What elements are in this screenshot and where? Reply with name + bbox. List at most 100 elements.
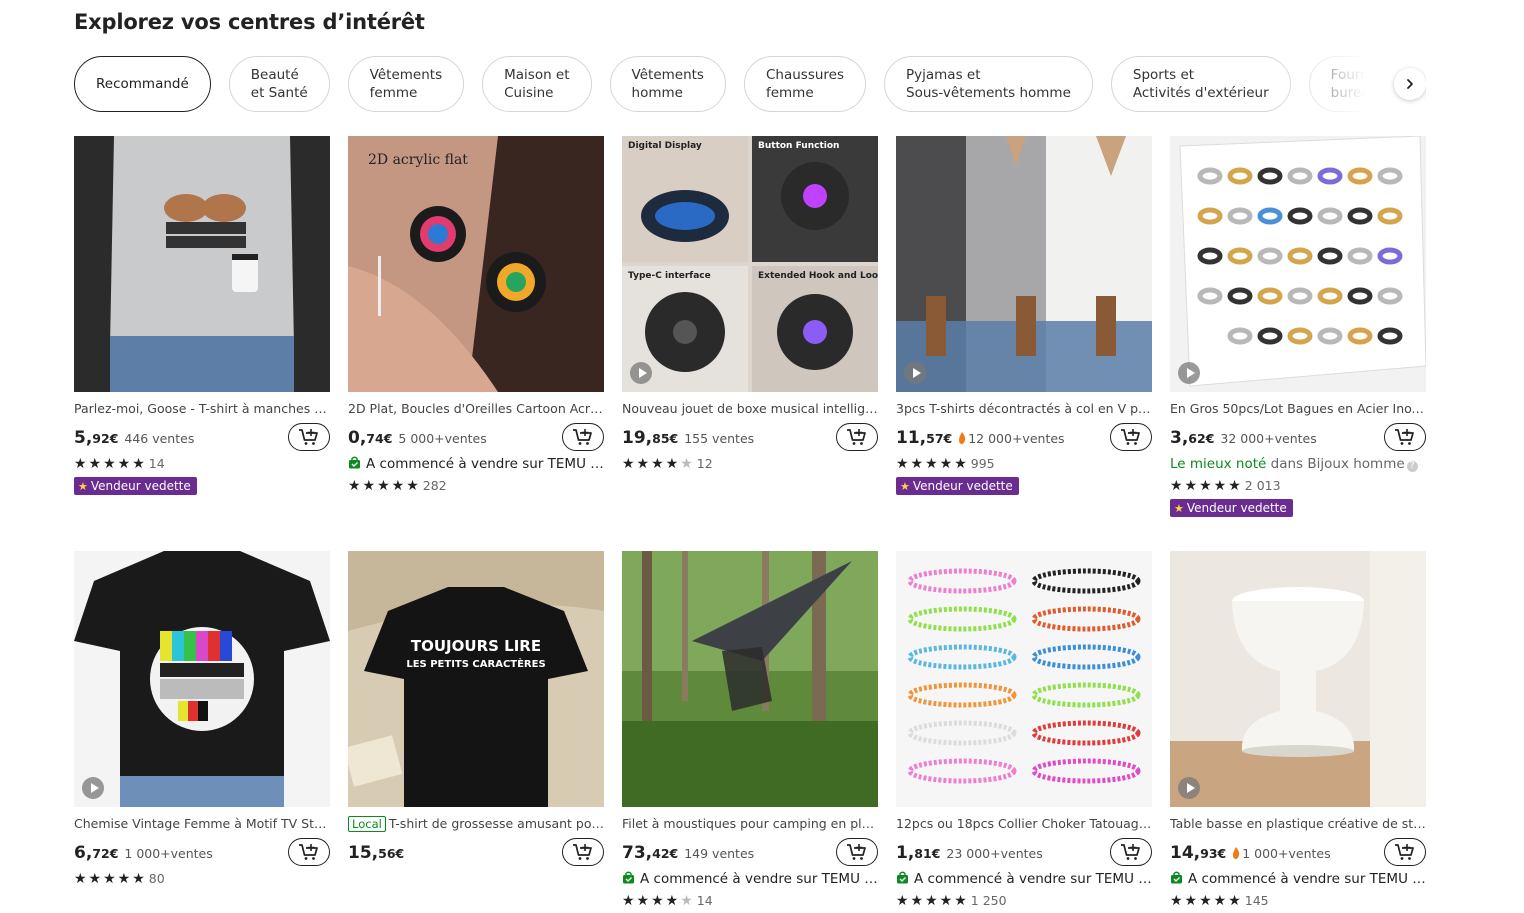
price-integer: 6,	[74, 843, 93, 863]
product-card[interactable]: TOUJOURS LIRE LES PETITS CARACTÈRES Loca…	[348, 551, 604, 868]
add-to-cart-button[interactable]	[562, 838, 604, 866]
price-row: 11, 57€ 12 000+ventes	[896, 423, 1152, 453]
chip-label: Maison et	[504, 67, 570, 83]
sales-count: 149 ventes	[684, 846, 755, 861]
price-row: 5, 92€ 446 ventes	[74, 423, 330, 453]
add-to-cart-button[interactable]	[1384, 423, 1426, 451]
product-image-boxing-machine[interactable]: Digital Display Button Function Type-C i…	[622, 136, 878, 392]
price-integer: 15,	[348, 843, 379, 863]
product-card[interactable]: 12pcs ou 18pcs Collier Choker Tatouage V…	[896, 551, 1152, 912]
product-card[interactable]: Digital Display Button Function Type-C i…	[622, 136, 878, 475]
star-icon: ★	[1174, 502, 1184, 515]
add-to-cart-button[interactable]	[562, 423, 604, 451]
svg-text:Extended Hook and Loop*2: Extended Hook and Loop*2	[758, 271, 878, 281]
chip-chaussures-femme[interactable]: Chaussures femme	[743, 56, 866, 112]
rating-stars: ★★★★★ 80	[74, 871, 165, 887]
price-decimal: 74€	[366, 431, 393, 446]
chip-vetements-femme[interactable]: Vêtements femme	[347, 56, 465, 112]
product-title[interactable]: 2D Plat, Boucles d'Oreilles Cartoon Acry…	[348, 400, 604, 417]
cart-plus-icon	[299, 844, 318, 860]
rating-count: 995	[970, 456, 995, 471]
product-title[interactable]: En Gros 50pcs/Lot Bagues en Acier Inoxyd…	[1170, 400, 1426, 417]
cart-plus-icon	[1395, 429, 1414, 445]
product-card[interactable]: Filet à moustiques pour camping en plein…	[622, 551, 878, 912]
rating-stars: ★★★★★ 1 250	[896, 893, 1007, 909]
chip-recommande[interactable]: Recommandé	[74, 56, 211, 112]
product-image-vneck-tshirts[interactable]	[896, 136, 1152, 392]
product-title[interactable]: 3pcs T-shirts décontractés à col en V po…	[896, 400, 1152, 417]
product-title[interactable]: Filet à moustiques pour camping en plein…	[622, 815, 878, 832]
price-decimal: 81€	[914, 846, 941, 861]
product-image-earrings[interactable]: 2D acrylic flat	[348, 136, 604, 392]
product-card[interactable]: En Gros 50pcs/Lot Bagues en Acier Inoxyd…	[1170, 136, 1426, 517]
star-icon: ★	[78, 480, 88, 493]
shopping-bag-icon	[1171, 871, 1182, 884]
product-title[interactable]: Parlez-moi, Goose - T-shirt à manches lo…	[74, 400, 330, 417]
chip-label-2: homme	[631, 85, 683, 101]
play-icon[interactable]	[904, 362, 926, 384]
product-card[interactable]: Table basse en plastique créative de sty…	[1170, 551, 1426, 912]
chevron-right-icon[interactable]	[1394, 68, 1426, 100]
chip-label-2: femme	[369, 85, 418, 101]
chip-label: Vêtements	[369, 67, 443, 83]
add-to-cart-button[interactable]	[1384, 838, 1426, 866]
play-icon[interactable]	[630, 362, 652, 384]
product-title[interactable]: LocalT-shirt de grossesse amusant pour f…	[348, 815, 604, 832]
product-image-hammock-net[interactable]	[622, 551, 878, 807]
top-rated-note[interactable]: Le mieux noté dans Bijoux homme?	[1170, 453, 1426, 475]
chip-pyjamas-sous-vetements[interactable]: Pyjamas et Sous-vêtements homme	[884, 56, 1093, 112]
chip-label-2: Cuisine	[504, 85, 554, 101]
play-icon[interactable]	[1178, 362, 1200, 384]
product-card[interactable]: Chemise Vintage Femme à Motif TV Static …	[74, 551, 330, 890]
cart-plus-icon	[847, 844, 866, 860]
product-card[interactable]: 3pcs T-shirts décontractés à col en V po…	[896, 136, 1152, 495]
price-row: 73, 42€ 149 ventes	[622, 838, 878, 868]
price-integer: 5,	[74, 428, 93, 448]
add-to-cart-button[interactable]	[836, 423, 878, 451]
product-title[interactable]: 12pcs ou 18pcs Collier Choker Tatouage V…	[896, 815, 1152, 832]
add-to-cart-button[interactable]	[288, 838, 330, 866]
chip-label: Beauté	[250, 67, 299, 83]
chip-sports-exterieur[interactable]: Sports et Activités d'extérieur	[1110, 56, 1291, 112]
cart-plus-icon	[1121, 844, 1140, 860]
price-row: 6, 72€ 1 000+ventes	[74, 838, 330, 868]
product-image-pregnancy-tshirt[interactable]: TOUJOURS LIRE LES PETITS CARACTÈRES	[348, 551, 604, 807]
svg-text:2D acrylic flat: 2D acrylic flat	[368, 152, 468, 168]
chip-beaute-sante[interactable]: Beauté et Santé	[228, 56, 330, 112]
add-to-cart-button[interactable]	[288, 423, 330, 451]
product-title[interactable]: Chemise Vintage Femme à Motif TV Static	[74, 815, 330, 832]
product-image-goose-tshirt[interactable]	[74, 136, 330, 392]
chip-label: Recommandé	[96, 76, 189, 92]
chip-label: Pyjamas et	[906, 67, 981, 83]
play-icon[interactable]	[1178, 777, 1200, 799]
play-icon[interactable]	[82, 777, 104, 799]
cart-plus-icon	[1121, 429, 1140, 445]
featured-seller-badge: ★ Vendeur vedette	[74, 477, 197, 495]
chip-maison-cuisine[interactable]: Maison et Cuisine	[482, 56, 592, 112]
product-image-choker-necklaces[interactable]	[896, 551, 1152, 807]
add-to-cart-button[interactable]	[836, 838, 878, 866]
chip-vetements-homme[interactable]: Vêtements homme	[609, 56, 726, 112]
svg-text:Digital Display: Digital Display	[628, 141, 702, 151]
price-row: 15, 56€	[348, 838, 604, 868]
sales-count: 155 ventes	[684, 431, 755, 446]
product-title[interactable]: Nouveau jouet de boxe musical intelligen…	[622, 400, 878, 417]
new-seller-note: A commencé à vendre sur TEMU il y a	[348, 453, 604, 475]
price-integer: 14,	[1170, 843, 1201, 863]
svg-text:Type-C interface: Type-C interface	[628, 271, 711, 281]
cart-plus-icon	[573, 429, 592, 445]
info-icon[interactable]: ?	[1406, 461, 1418, 472]
product-image-rings[interactable]	[1170, 136, 1426, 392]
product-card[interactable]: 2D acrylic flat 2D Plat, Boucles d'Oreil…	[348, 136, 604, 497]
featured-seller-badge: ★ Vendeur vedette	[1170, 499, 1293, 517]
product-title[interactable]: Table basse en plastique créative de sty…	[1170, 815, 1426, 832]
price-decimal: 72€	[92, 846, 119, 861]
product-card[interactable]: Parlez-moi, Goose - T-shirt à manches lo…	[74, 136, 330, 495]
chip-label-2: femme	[765, 85, 814, 101]
rating-count: 14	[148, 456, 165, 471]
add-to-cart-button[interactable]	[1110, 838, 1152, 866]
add-to-cart-button[interactable]	[1110, 423, 1152, 451]
product-image-coffee-table[interactable]	[1170, 551, 1426, 807]
rating-stars: ★★★★★ 12	[622, 456, 713, 472]
product-image-tv-shirt[interactable]	[74, 551, 330, 807]
